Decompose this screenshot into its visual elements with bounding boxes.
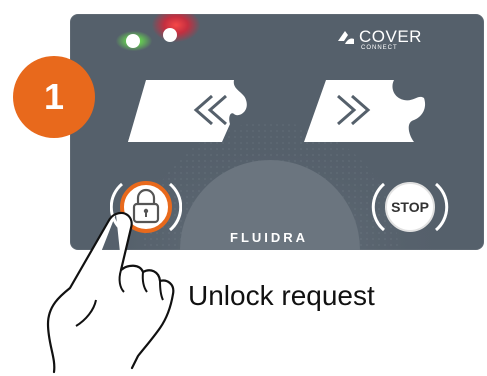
hand-pointer-icon	[46, 211, 175, 374]
status-led-green	[126, 34, 140, 48]
stop-button-label: STOP	[391, 199, 429, 215]
caption: Unlock request	[188, 280, 375, 311]
double-chevron-left-icon	[128, 80, 247, 142]
open-cover-button[interactable]	[126, 78, 252, 147]
status-led-red	[163, 28, 177, 42]
step-badge: 1	[13, 56, 95, 138]
close-cover-button[interactable]	[302, 78, 428, 147]
brand-logo: COVER CONNECT	[336, 27, 436, 57]
stop-icon: STOP	[371, 182, 449, 232]
brand-subtitle: CONNECT	[361, 45, 398, 51]
step-number: 1	[43, 76, 65, 117]
brand-name: COVER	[359, 27, 422, 46]
cover-connect-logo-icon	[338, 31, 354, 44]
double-chevron-right-icon	[304, 80, 426, 142]
manufacturer-label: FLUIDRA	[230, 230, 309, 245]
stop-button[interactable]: STOP	[370, 174, 450, 243]
